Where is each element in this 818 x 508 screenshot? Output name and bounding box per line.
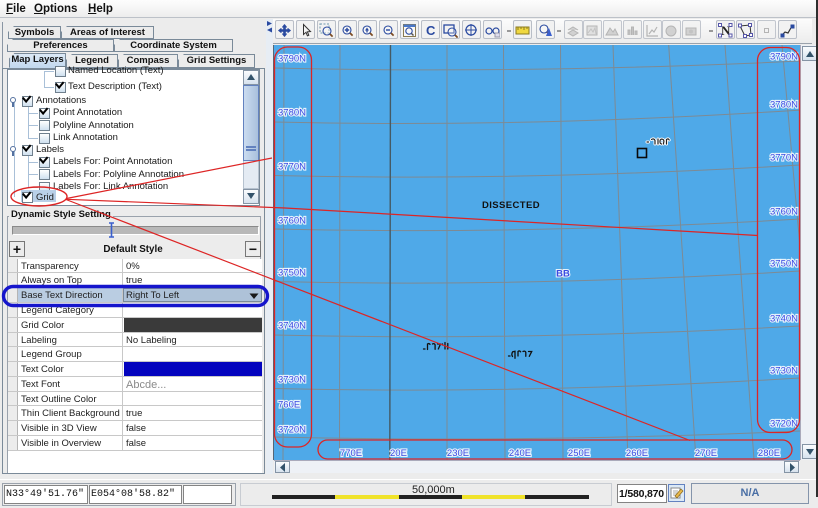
- svg-text:3750N: 3750N: [278, 268, 306, 279]
- svg-text:280E: 280E: [758, 448, 780, 459]
- svg-text:3790N: 3790N: [278, 54, 306, 65]
- svg-text:3730N: 3730N: [278, 375, 306, 386]
- svg-text:3720N: 3720N: [278, 425, 306, 436]
- svg-text:250E: 250E: [568, 448, 590, 459]
- svg-text:3740N: 3740N: [278, 321, 306, 332]
- svg-text:3780N: 3780N: [770, 100, 798, 111]
- svg-text:3780N: 3780N: [278, 108, 306, 119]
- svg-text:270E: 270E: [695, 448, 717, 459]
- svg-text:20E: 20E: [390, 448, 407, 459]
- svg-text:3770N: 3770N: [770, 153, 798, 164]
- svg-text:760E: 760E: [278, 400, 300, 411]
- svg-text:260E: 260E: [626, 448, 648, 459]
- svg-text:240E: 240E: [509, 448, 531, 459]
- svg-text:BB: BB: [556, 269, 570, 280]
- svg-text:770E: 770E: [340, 448, 362, 459]
- svg-text:230E: 230E: [447, 448, 469, 459]
- svg-text:3760N: 3760N: [278, 216, 306, 227]
- svg-text:3770N: 3770N: [278, 162, 306, 173]
- svg-text:DISSECTED: DISSECTED: [482, 200, 540, 211]
- svg-text:3760N: 3760N: [770, 207, 798, 218]
- svg-text:3740N: 3740N: [770, 314, 798, 325]
- svg-text:3790N: 3790N: [770, 52, 798, 63]
- svg-text:C: C: [426, 23, 436, 38]
- svg-text:3720N: 3720N: [770, 419, 798, 430]
- svg-text:3730N: 3730N: [770, 366, 798, 377]
- svg-text:3750N: 3750N: [770, 259, 798, 270]
